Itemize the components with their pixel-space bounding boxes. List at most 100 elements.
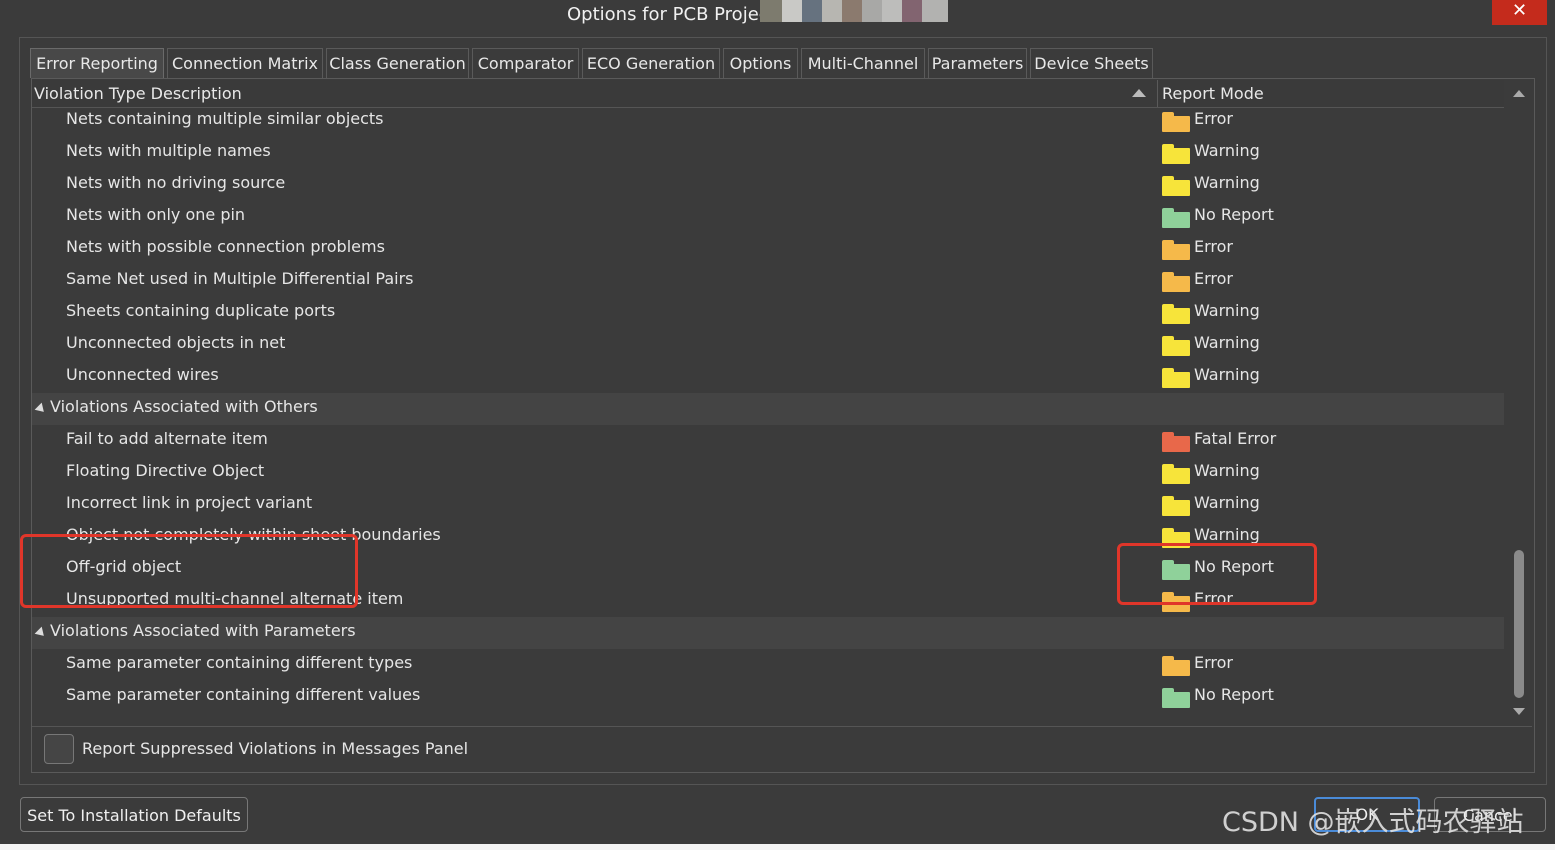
violation-label: Nets with possible connection problems xyxy=(66,237,385,256)
violation-label: Incorrect link in project variant xyxy=(66,493,313,512)
tab-class-generation[interactable]: Class Generation xyxy=(326,48,469,78)
report-mode-label: No Report xyxy=(1194,685,1274,704)
violation-row[interactable]: Nets with no driving source Warning xyxy=(32,169,1504,201)
group-row[interactable]: Violations Associated with Others xyxy=(32,393,1504,425)
scroll-thumb[interactable] xyxy=(1514,550,1524,698)
violation-row[interactable]: Same parameter containing different valu… xyxy=(32,681,1504,713)
redacted-title-block xyxy=(862,0,882,22)
report-mode-label: Warning xyxy=(1194,141,1260,160)
column-header-report-mode[interactable]: Report Mode xyxy=(1162,84,1264,103)
violation-label: Nets containing multiple similar objects xyxy=(66,109,384,128)
violation-row[interactable]: Fail to add alternate item Fatal Error xyxy=(32,425,1504,457)
folder-icon xyxy=(1162,368,1190,388)
violation-row[interactable]: Incorrect link in project variant Warning xyxy=(32,489,1504,521)
violation-label: Nets with multiple names xyxy=(66,141,271,160)
tab-device-sheets[interactable]: Device Sheets xyxy=(1030,48,1153,78)
report-mode-label: Fatal Error xyxy=(1194,429,1277,448)
redacted-title-block xyxy=(842,0,862,22)
report-mode-label: No Report xyxy=(1194,205,1274,224)
folder-icon xyxy=(1162,144,1190,164)
redacted-title-block xyxy=(902,0,922,22)
folder-icon xyxy=(1162,112,1190,132)
redacted-title-block xyxy=(882,0,902,22)
folder-icon xyxy=(1162,688,1190,708)
scroll-down-icon[interactable] xyxy=(1513,708,1525,715)
column-header-description[interactable]: Violation Type Description xyxy=(34,84,242,103)
folder-icon xyxy=(1162,336,1190,356)
redacted-title-block xyxy=(822,0,842,22)
folder-icon xyxy=(1162,240,1190,260)
folder-icon xyxy=(1162,208,1190,228)
violation-row[interactable]: Same Net used in Multiple Differential P… xyxy=(32,265,1504,297)
redacted-title-block xyxy=(922,0,948,22)
highlight-box-off-grid-label xyxy=(20,534,358,608)
scroll-up-icon[interactable] xyxy=(1513,90,1525,97)
violation-row[interactable]: Nets with only one pin No Report xyxy=(32,201,1504,233)
folder-icon xyxy=(1162,656,1190,676)
background-window-strip xyxy=(0,844,1555,850)
report-mode-label: Error xyxy=(1194,109,1233,128)
tab-eco-generation[interactable]: ECO Generation xyxy=(582,48,720,78)
violation-row[interactable]: Floating Directive Object Warning xyxy=(32,457,1504,489)
report-mode-label: Warning xyxy=(1194,365,1260,384)
report-mode-label: Error xyxy=(1194,653,1233,672)
tab-connection-matrix[interactable]: Connection Matrix xyxy=(167,48,323,78)
report-mode-label: Warning xyxy=(1194,461,1260,480)
folder-icon xyxy=(1162,304,1190,324)
violation-row[interactable]: Unconnected objects in net Warning xyxy=(32,329,1504,361)
folder-icon xyxy=(1162,496,1190,516)
window-title: Options for PCB Projec xyxy=(567,4,769,25)
divider xyxy=(32,726,1532,727)
violation-row[interactable]: Nets with possible connection problems Er… xyxy=(32,233,1504,265)
report-mode-label: Warning xyxy=(1194,173,1260,192)
violation-row[interactable]: Same parameter containing different type… xyxy=(32,649,1504,681)
group-label: Violations Associated with Parameters xyxy=(50,621,356,640)
violation-row[interactable]: Unconnected wires Warning xyxy=(32,361,1504,393)
report-mode-label: Warning xyxy=(1194,333,1260,352)
vertical-scrollbar[interactable] xyxy=(1507,80,1531,720)
report-mode-label: Error xyxy=(1194,269,1233,288)
violation-label: Nets with no driving source xyxy=(66,173,286,192)
tab-multi-channel[interactable]: Multi-Channel xyxy=(801,48,925,78)
redacted-title-block xyxy=(782,0,802,22)
report-mode-label: Error xyxy=(1194,237,1233,256)
tab-error-reporting[interactable]: Error Reporting xyxy=(30,48,164,78)
folder-icon xyxy=(1162,176,1190,196)
tab-comparator[interactable]: Comparator xyxy=(472,48,579,78)
close-button[interactable]: ✕ xyxy=(1492,0,1547,25)
redacted-title-block xyxy=(802,0,822,22)
close-icon: ✕ xyxy=(1511,0,1528,21)
folder-icon xyxy=(1162,272,1190,292)
violation-label: Floating Directive Object xyxy=(66,461,265,480)
group-row[interactable]: Violations Associated with Parameters xyxy=(32,617,1504,649)
report-mode-label: Warning xyxy=(1194,493,1260,512)
violation-label: Same parameter containing different type… xyxy=(66,653,413,672)
folder-icon xyxy=(1162,464,1190,484)
violation-label: Nets with only one pin xyxy=(66,205,246,224)
group-label: Violations Associated with Others xyxy=(50,397,318,416)
tab-parameters[interactable]: Parameters xyxy=(928,48,1027,78)
set-to-defaults-button[interactable]: Set To Installation Defaults xyxy=(20,797,248,832)
violation-label: Unconnected objects in net xyxy=(66,333,286,352)
violation-row[interactable]: Nets with multiple names Warning xyxy=(32,137,1504,169)
highlight-box-off-grid-mode xyxy=(1117,543,1317,605)
report-suppressed-label: Report Suppressed Violations in Messages… xyxy=(82,739,469,758)
collapse-triangle-icon[interactable] xyxy=(34,626,48,640)
violation-label: Fail to add alternate item xyxy=(66,429,268,448)
violation-row[interactable]: Nets containing multiple similar objects… xyxy=(32,105,1504,137)
collapse-triangle-icon[interactable] xyxy=(34,402,48,416)
report-mode-label: Warning xyxy=(1194,525,1260,544)
tab-options[interactable]: Options xyxy=(723,48,798,78)
report-mode-label: Warning xyxy=(1194,301,1260,320)
title-bar: Options for PCB Projec ✕ xyxy=(0,0,1555,30)
folder-icon xyxy=(1162,432,1190,452)
violation-label: Sheets containing duplicate ports xyxy=(66,301,336,320)
redacted-title-block xyxy=(760,0,782,22)
violation-label: Same Net used in Multiple Differential P… xyxy=(66,269,414,288)
violation-label: Unconnected wires xyxy=(66,365,219,384)
violation-row[interactable]: Sheets containing duplicate ports Warning xyxy=(32,297,1504,329)
report-suppressed-checkbox[interactable] xyxy=(44,734,74,764)
grid-header: Violation Type Description Report Mode xyxy=(32,80,1504,108)
column-divider[interactable] xyxy=(1157,80,1158,107)
watermark: CSDN @嵌入式码农驿站 xyxy=(1222,807,1524,838)
